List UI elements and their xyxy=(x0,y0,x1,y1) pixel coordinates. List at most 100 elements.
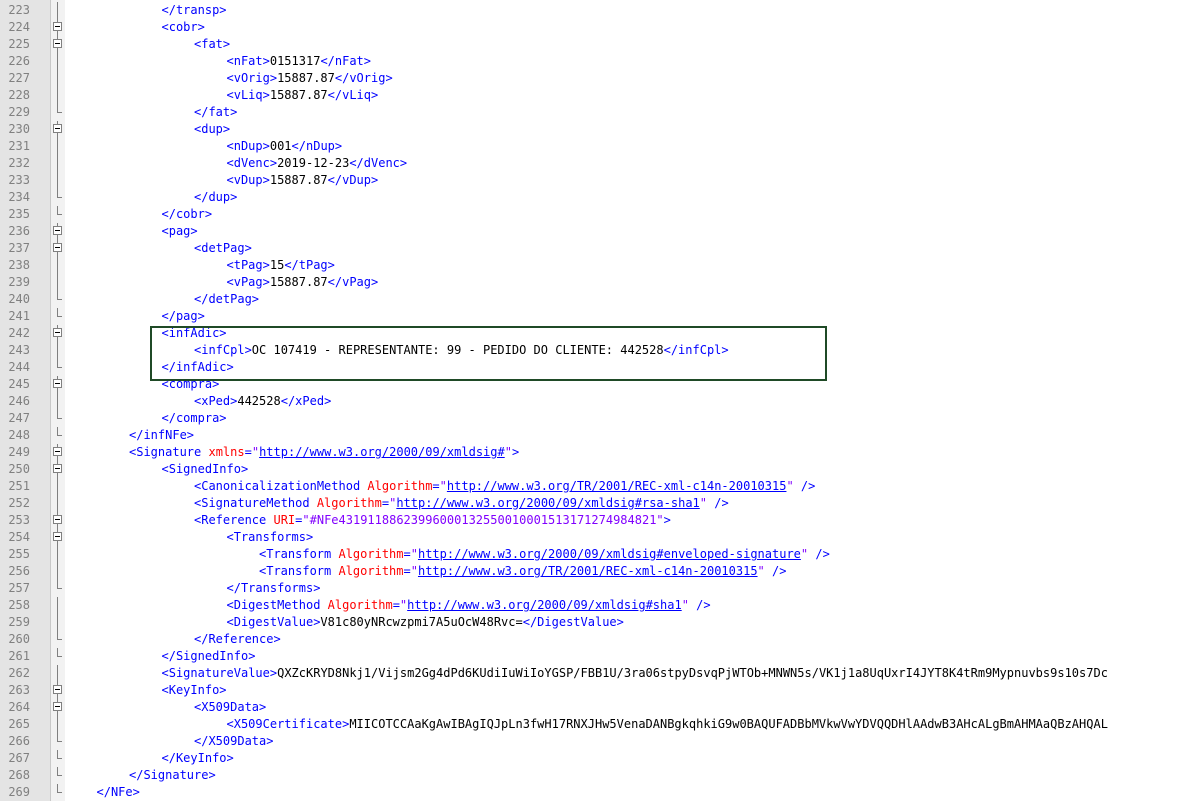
code-line[interactable]: 265 <X509Certificate>MIICOTCCAaKgAwIBAgIQ… xyxy=(0,716,1201,733)
code-line[interactable]: 240 </detPag> xyxy=(0,291,1201,308)
code-text: </detPag> xyxy=(194,291,259,308)
code-line[interactable]: 228 <vLiq>15887.87</vLiq> xyxy=(0,87,1201,104)
code-line[interactable]: 251 <CanonicalizationMethod Algorithm="ht… xyxy=(0,478,1201,495)
code-line[interactable]: 226 <nFat>0151317</nFat> xyxy=(0,53,1201,70)
fold-collapse-icon[interactable] xyxy=(52,121,64,138)
code-line[interactable]: 267 </KeyInfo> xyxy=(0,750,1201,767)
fold-line-marker xyxy=(52,274,64,291)
code-line[interactable]: 233 <vDup>15887.87</vDup> xyxy=(0,172,1201,189)
code-line[interactable]: 256 <Transform Algorithm="http://www.w3.o… xyxy=(0,563,1201,580)
fold-collapse-icon[interactable] xyxy=(52,444,64,461)
code-text: </infNFe> xyxy=(129,427,194,444)
code-line[interactable]: 255 <Transform Algorithm="http://www.w3.o… xyxy=(0,546,1201,563)
code-line[interactable]: 229 </fat> xyxy=(0,104,1201,121)
code-line[interactable]: 252 <SignatureMethod Algorithm= "http://ww… xyxy=(0,495,1201,512)
token-tag: > xyxy=(663,513,671,527)
code-line[interactable]: 248 </infNFe> xyxy=(0,427,1201,444)
code-line[interactable]: 261 </SignedInfo> xyxy=(0,648,1201,665)
token-tag: </cobr> xyxy=(161,207,213,221)
fold-collapse-icon[interactable] xyxy=(52,682,64,699)
code-line[interactable]: 241 </pag> xyxy=(0,308,1201,325)
code-line[interactable]: 266 </X509Data> xyxy=(0,733,1201,750)
fold-line-marker xyxy=(52,495,64,512)
url-link[interactable]: http://www.w3.org/2000/09/xmldsig# xyxy=(259,445,505,459)
code-text: <Reference URI="#NFe43191188623996000132… xyxy=(194,512,671,529)
line-number: 249 xyxy=(8,445,30,459)
code-line[interactable]: 224 <cobr> xyxy=(0,19,1201,36)
fold-collapse-icon[interactable] xyxy=(52,19,64,36)
code-line[interactable]: 249 <Signature xmlns="http://www.w3.org/2… xyxy=(0,444,1201,461)
token-tag: <DigestValue> xyxy=(226,615,321,629)
token-tag: <CanonicalizationMethod xyxy=(194,479,368,493)
code-line[interactable]: 237 <detPag> xyxy=(0,240,1201,257)
line-number: 224 xyxy=(8,20,30,34)
fold-line-marker xyxy=(52,733,64,750)
code-line[interactable]: 239 <vPag>15887.87</vPag> xyxy=(0,274,1201,291)
code-line[interactable]: 263 <KeyInfo> xyxy=(0,682,1201,699)
token-tag: > xyxy=(511,445,520,459)
code-text: </Signature> xyxy=(129,767,216,784)
token-tag: /> xyxy=(793,479,816,493)
token-txt: 15887.87 xyxy=(269,88,328,102)
code-line[interactable]: 264 <X509Data> xyxy=(0,699,1201,716)
code-text: </compra> xyxy=(162,410,227,427)
code-line[interactable]: 247 </compra> xyxy=(0,410,1201,427)
token-tag: </DigestValue> xyxy=(522,615,624,629)
code-line[interactable]: 235 </cobr> xyxy=(0,206,1201,223)
xml-editor[interactable]: 223 </transp> 224 <cobr> 225 <fat> 226 <nFat>01… xyxy=(0,0,1201,801)
fold-collapse-icon[interactable] xyxy=(52,240,64,257)
fold-collapse-icon[interactable] xyxy=(52,223,64,240)
token-tag: <tPag> xyxy=(226,258,270,272)
url-link[interactable]: http://www.w3.org/TR/2001/REC-xml-c14n-2… xyxy=(447,479,787,493)
code-text: </NFe> xyxy=(97,784,140,801)
code-line[interactable]: 234 </dup> xyxy=(0,189,1201,206)
code-line[interactable]: 231 <nDup>001</nDup> xyxy=(0,138,1201,155)
fold-line-marker xyxy=(52,410,64,427)
code-line[interactable]: 232 <dVenc>2019-12-23</dVenc> xyxy=(0,155,1201,172)
token-tag: <xPed> xyxy=(194,394,238,408)
fold-collapse-icon[interactable] xyxy=(52,699,64,716)
token-tag: </vLiq> xyxy=(327,88,379,102)
code-text: <vLiq>15887.87</vLiq> xyxy=(227,87,379,104)
fold-collapse-icon[interactable] xyxy=(52,376,64,393)
code-line[interactable]: 253 <Reference URI="#NFe43191188623996000… xyxy=(0,512,1201,529)
fold-collapse-icon[interactable] xyxy=(52,529,64,546)
code-line[interactable]: 268 </Signature> xyxy=(0,767,1201,784)
code-line[interactable]: 223 </transp> xyxy=(0,2,1201,19)
code-line[interactable]: 259 <DigestValue>V81c80yNRcwzpmi7A5uOcW48… xyxy=(0,614,1201,631)
code-line[interactable]: 254 <Transforms> xyxy=(0,529,1201,546)
fold-collapse-icon[interactable] xyxy=(52,36,64,53)
code-line[interactable]: 246 <xPed>442528</xPed> xyxy=(0,393,1201,410)
code-line[interactable]: 238 <tPag>15</tPag> xyxy=(0,257,1201,274)
code-line[interactable]: 250 <SignedInfo> xyxy=(0,461,1201,478)
line-number: 251 xyxy=(8,479,30,493)
code-text: </pag> xyxy=(162,308,205,325)
fold-collapse-icon[interactable] xyxy=(52,512,64,529)
line-number: 248 xyxy=(8,428,30,442)
line-number: 245 xyxy=(8,377,30,391)
code-line[interactable]: 225 <fat> xyxy=(0,36,1201,53)
code-line[interactable]: 257 </Transforms> xyxy=(0,580,1201,597)
fold-line-marker xyxy=(52,87,64,104)
fold-collapse-icon[interactable] xyxy=(52,325,64,342)
url-link[interactable]: http://www.w3.org/2000/09/xmldsig#rsa-sh… xyxy=(396,496,699,510)
code-text: <X509Data> xyxy=(194,699,266,716)
code-line[interactable]: 262 <SignatureValue>QXZcKRYD8Nkj1/Vijsm2G… xyxy=(0,665,1201,682)
code-line[interactable]: 258 <DigestMethod Algorithm= "http://www.w… xyxy=(0,597,1201,614)
token-tag: <KeyInfo> xyxy=(161,683,227,697)
token-tag: <Transform xyxy=(259,564,339,578)
line-number: 266 xyxy=(8,734,30,748)
code-line[interactable]: 269 </NFe> xyxy=(0,784,1201,801)
url-link[interactable]: http://www.w3.org/2000/09/xmldsig#sha1 xyxy=(407,598,682,612)
code-line[interactable]: 260 </Reference> xyxy=(0,631,1201,648)
code-line[interactable]: 236 <pag> xyxy=(0,223,1201,240)
code-line[interactable]: 227 <vOrig>15887.87</vOrig> xyxy=(0,70,1201,87)
line-number: 238 xyxy=(8,258,30,272)
url-link[interactable]: http://www.w3.org/TR/2001/REC-xml-c14n-2… xyxy=(418,564,758,578)
token-val: " xyxy=(504,445,512,459)
url-link[interactable]: http://www.w3.org/2000/09/xmldsig#envelo… xyxy=(418,547,801,561)
fold-collapse-icon[interactable] xyxy=(52,461,64,478)
code-text: <vOrig>15887.87</vOrig> xyxy=(227,70,393,87)
token-attr: Algorithm xyxy=(338,547,404,561)
code-line[interactable]: 230 <dup> xyxy=(0,121,1201,138)
